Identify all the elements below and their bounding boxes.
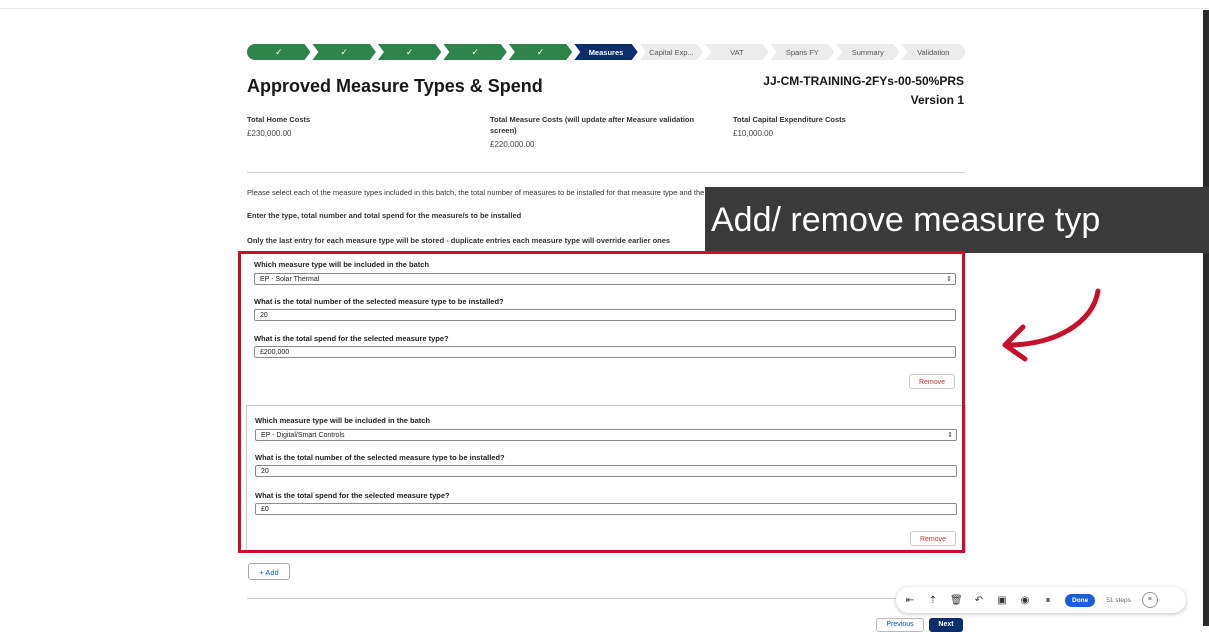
previous-button[interactable]: Previous [876, 618, 924, 632]
total-home-costs-label: Total Home Costs [247, 115, 311, 124]
tutorial-caption: Add/ remove measure typ [705, 187, 1209, 253]
recorder-toolbar: ⇤ ⇡ 🗑 ↶ ▣ ◉ ⏸ Done 51 steps ≡ [896, 587, 1186, 613]
record-icon[interactable]: ◉ [1019, 595, 1031, 606]
steps-count: 51 steps [1106, 596, 1131, 604]
total-home-costs-value: £230,000.00 [247, 129, 292, 138]
instruction-enter: Enter the type, total number and total s… [247, 211, 522, 220]
path-step-2[interactable]: ✓ [312, 44, 375, 60]
path-step-validation[interactable]: Validation [901, 44, 965, 60]
share-icon[interactable]: ⇡ [927, 595, 939, 606]
highlight-box [238, 251, 965, 553]
curved-arrow-icon [1002, 288, 1101, 362]
done-button[interactable]: Done [1065, 593, 1096, 607]
window-edge [1203, 10, 1209, 626]
total-measure-costs: Total Measure Costs (will update after M… [490, 114, 720, 150]
path-step-measures[interactable]: Measures [574, 44, 637, 60]
trash-icon[interactable]: 🗑 [950, 595, 963, 606]
undo-icon[interactable]: ↶ [973, 595, 985, 606]
total-capex-costs: Total Capital Expenditure Costs £10,000.… [733, 114, 933, 139]
total-home-costs: Total Home Costs £230,000.00 [247, 114, 447, 139]
path-step-vat[interactable]: VAT [705, 44, 768, 60]
top-divider [0, 8, 1209, 9]
page-title: Approved Measure Types & Spend [247, 76, 543, 96]
skip-icon[interactable]: ⇤ [904, 595, 916, 606]
total-measure-costs-value: £220,000.00 [490, 140, 535, 149]
image-icon[interactable]: ▣ [996, 595, 1008, 606]
menu-icon[interactable]: ≡ [1141, 592, 1158, 608]
batch-reference-id: JJ-CM-TRAINING-2FYs-00-50%PRS [763, 74, 964, 88]
pause-icon[interactable]: ⏸ [1042, 595, 1054, 606]
total-capex-costs-label: Total Capital Expenditure Costs [733, 115, 846, 124]
path-step-3[interactable]: ✓ [378, 44, 441, 60]
path-step-1[interactable]: ✓ [247, 44, 310, 60]
batch-reference: JJ-CM-TRAINING-2FYs-00-50%PRS Version 1 [763, 72, 964, 110]
total-measure-costs-label: Total Measure Costs (will update after M… [490, 115, 695, 135]
section-divider [247, 172, 965, 173]
progress-path: ✓ ✓ ✓ ✓ ✓ Measures Capital Exp... VAT Sp… [247, 44, 965, 60]
next-button[interactable]: Next [929, 618, 963, 632]
path-step-4[interactable]: ✓ [443, 44, 506, 60]
instruction-override: Only the last entry for each measure typ… [247, 236, 671, 245]
path-step-5[interactable]: ✓ [509, 44, 572, 60]
add-measure-button[interactable]: + Add [248, 563, 290, 580]
batch-version: Version 1 [910, 93, 964, 107]
footer-divider [247, 598, 897, 599]
total-capex-costs-value: £10,000.00 [733, 129, 774, 138]
path-step-spans-fy[interactable]: Spans FY [771, 44, 834, 60]
path-step-capital-exp[interactable]: Capital Exp... [640, 44, 703, 60]
path-step-summary[interactable]: Summary [836, 44, 899, 60]
